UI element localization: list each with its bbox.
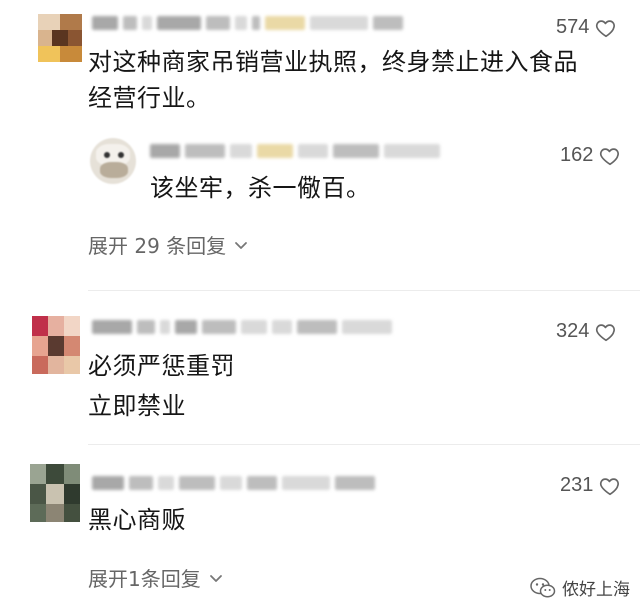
comment-text-line: 立即禁业 (88, 392, 186, 420)
watermark-text: 侬好上海 (562, 580, 630, 600)
like-count: 162 (560, 144, 594, 166)
avatar[interactable] (90, 138, 136, 184)
expand-replies-button[interactable]: 展开1条回复 (88, 563, 223, 592)
like-count: 574 (556, 16, 590, 38)
wechat-icon (530, 577, 556, 598)
avatar[interactable] (30, 464, 80, 522)
comment-text: 必须严惩重罚 立即禁业 (88, 348, 235, 424)
comment-text: 对这种商家吊销营业执照，终身禁止进入食品 经营行业。 (88, 44, 628, 116)
heart-outline-icon (596, 19, 616, 37)
comment-text: 黑心商贩 (88, 502, 186, 538)
like-button[interactable]: 574 (556, 16, 617, 39)
chevron-down-icon (209, 574, 222, 582)
avatar[interactable] (32, 316, 80, 374)
expand-replies-label: 展开 29 条回复 (88, 234, 227, 258)
avatar[interactable] (38, 14, 82, 62)
username-censored[interactable] (92, 316, 392, 338)
comment-text-line: 必须严惩重罚 (88, 352, 235, 380)
like-count: 324 (556, 320, 590, 342)
like-button[interactable]: 162 (560, 144, 621, 167)
chevron-down-icon (235, 241, 248, 249)
comment-text-line: 黑心商贩 (88, 506, 186, 534)
expand-replies-button[interactable]: 展开 29 条回复 (88, 230, 248, 259)
like-button[interactable]: 324 (556, 320, 617, 343)
expand-replies-label: 展开1条回复 (88, 567, 201, 591)
username-censored[interactable] (92, 472, 375, 494)
username-censored[interactable] (92, 12, 403, 34)
comment-text-line: 经营行业。 (88, 84, 211, 112)
heart-outline-icon (596, 323, 616, 341)
divider (88, 290, 640, 291)
divider (88, 444, 640, 445)
username-censored[interactable] (150, 140, 440, 162)
heart-outline-icon (600, 147, 620, 165)
like-count: 231 (560, 474, 594, 496)
comment-text-line: 对这种商家吊销营业执照，终身禁止进入食品 (88, 48, 578, 76)
watermark: 侬好上海 (530, 575, 630, 600)
reply-text: 该坐牢，杀一儆百。 (150, 174, 371, 202)
like-button[interactable]: 231 (560, 474, 621, 497)
heart-outline-icon (600, 477, 620, 495)
